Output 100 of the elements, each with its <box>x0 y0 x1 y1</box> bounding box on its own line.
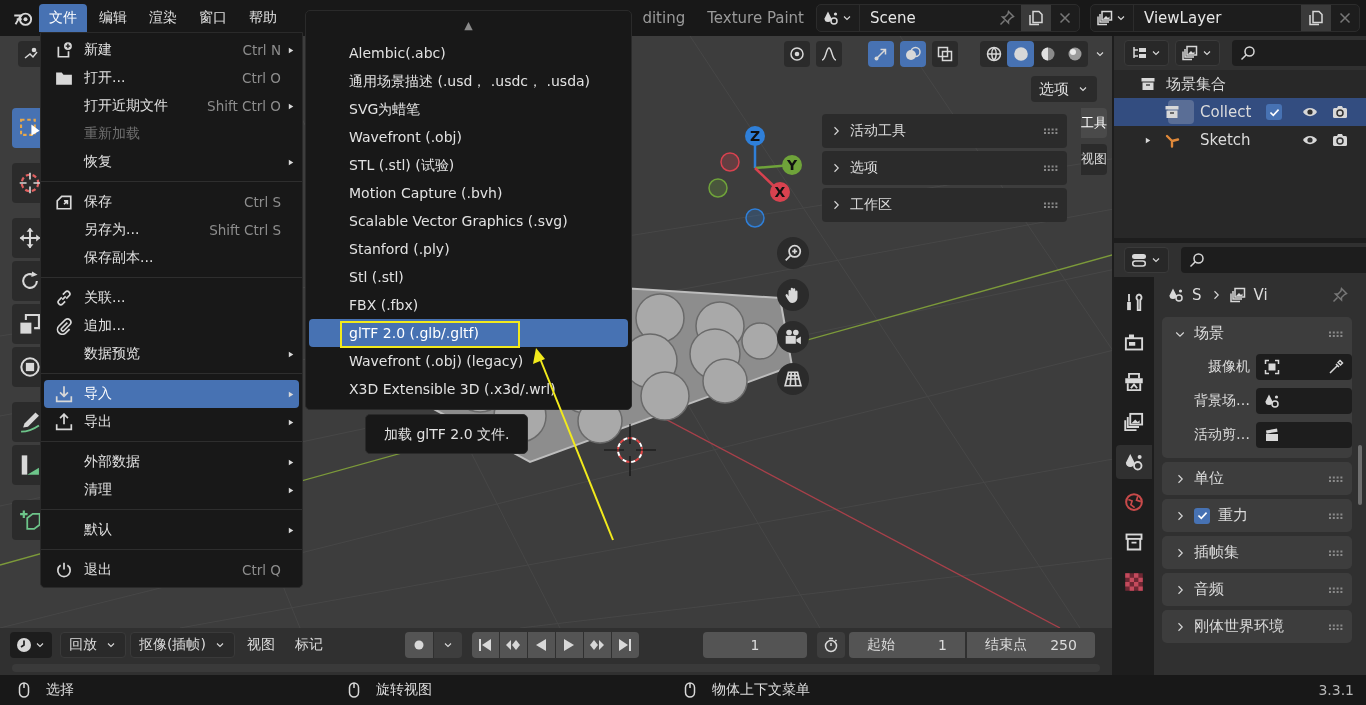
menu-item[interactable]: FBX (.fbx) <box>309 291 628 319</box>
menu-item[interactable]: 另存为... Shift Ctrl S <box>44 216 299 244</box>
menu-item[interactable]: 新建 Ctrl N <box>44 36 299 64</box>
timeline-menu[interactable]: 回放 <box>60 632 126 658</box>
view-layer-name-field[interactable]: ViewLayer <box>1134 9 1295 27</box>
menu-bar-item[interactable]: 文件 <box>39 4 87 32</box>
menu-item[interactable]: Scalable Vector Graphics (.svg) <box>309 207 628 235</box>
editor-type-button[interactable] <box>10 632 52 658</box>
eyedropper-icon[interactable] <box>1328 359 1344 375</box>
menu-item[interactable]: STL (.stl) (试验) <box>309 151 628 179</box>
camera-icon[interactable] <box>1332 104 1348 120</box>
playback-button[interactable] <box>583 632 611 658</box>
menu-bar-item[interactable]: 渲染 <box>139 4 187 32</box>
search-field[interactable] <box>1181 247 1366 273</box>
viewport-toggle[interactable] <box>932 41 958 67</box>
navigation-button[interactable] <box>777 321 809 353</box>
workspace-tab[interactable]: Texture Paint <box>699 5 812 31</box>
scrollbar[interactable] <box>1358 445 1362 505</box>
options-dropdown[interactable]: 选项 <box>1031 76 1097 102</box>
data-block-field[interactable] <box>1256 388 1352 414</box>
display-mode-button[interactable] <box>1124 40 1169 66</box>
filter-button[interactable] <box>1175 40 1220 66</box>
menu-item[interactable]: 追加... <box>44 312 299 340</box>
menu-bar-item[interactable]: 编辑 <box>89 4 137 32</box>
panel-header[interactable]: 单位 <box>1162 462 1352 495</box>
menu-item[interactable]: Stl (.stl) <box>309 263 628 291</box>
menu-item[interactable]: 保存 Ctrl S <box>44 188 299 216</box>
menu-item[interactable]: 默认 <box>44 516 299 544</box>
playback-button[interactable] <box>527 632 555 658</box>
menu-item[interactable]: 导入 <box>44 380 299 408</box>
menu-item[interactable]: Stanford (.ply) <box>309 235 628 263</box>
exclude-checkbox[interactable] <box>1266 104 1282 120</box>
end-frame-field[interactable]: 结束点 250 <box>966 632 1095 658</box>
menu-item[interactable]: 关联... <box>44 284 299 312</box>
close-icon[interactable] <box>1337 10 1353 26</box>
panel-header[interactable]: 重力 <box>1162 499 1352 532</box>
menu-item[interactable]: 清理 <box>44 476 299 504</box>
sidebar-tab[interactable]: 工具 <box>1081 108 1107 139</box>
playback-button[interactable] <box>499 632 527 658</box>
viewport-toggle[interactable] <box>784 41 810 67</box>
viewport-toggle[interactable] <box>868 41 894 67</box>
viewport-toggle[interactable] <box>816 41 842 67</box>
panel-header[interactable]: 刚体世界环境 <box>1162 610 1352 643</box>
menu-item[interactable]: glTF 2.0 (.glb/.gltf) <box>309 319 628 347</box>
3d-cursor-icon[interactable] <box>603 423 657 477</box>
menu-item[interactable]: 打开... Ctrl O <box>44 64 299 92</box>
properties-tab[interactable] <box>1116 445 1152 479</box>
outliner-row[interactable]: 场景集合 <box>1114 70 1366 98</box>
scene-name-field[interactable]: Scene <box>860 9 999 27</box>
panel-header[interactable]: 场景 <box>1162 317 1352 350</box>
menu-item[interactable]: Motion Capture (.bvh) <box>309 179 628 207</box>
timeline-menu[interactable]: 抠像(插帧) <box>130 632 235 658</box>
navigation-button[interactable] <box>777 279 809 311</box>
data-block-field[interactable] <box>1256 354 1352 380</box>
outliner-row[interactable]: Collect <box>1114 98 1366 126</box>
menu-item[interactable]: 导出 <box>44 408 299 436</box>
start-frame-field[interactable]: 起始 1 <box>848 632 965 658</box>
data-block-field[interactable] <box>1256 422 1352 448</box>
menu-item[interactable]: Wavefront (.obj) (legacy) <box>309 347 628 375</box>
viewport-toggle[interactable] <box>900 41 926 67</box>
panel-header[interactable]: 插帧集 <box>1162 536 1352 569</box>
menu-item[interactable]: SVG为蜡笔 <box>309 95 628 123</box>
navigation-button[interactable] <box>777 363 809 395</box>
search-field[interactable] <box>1232 40 1366 66</box>
camera-icon[interactable] <box>1332 132 1348 148</box>
playback-button[interactable] <box>611 632 639 658</box>
menu-bar-item[interactable]: 帮助 <box>239 4 287 32</box>
menu-item[interactable]: 退出 Ctrl Q <box>44 556 299 584</box>
record-button[interactable] <box>404 632 433 658</box>
navigation-button[interactable] <box>777 237 809 269</box>
pin-icon[interactable] <box>1332 287 1348 303</box>
menu-item[interactable]: Alembic(.abc) <box>309 39 628 67</box>
menu-item[interactable]: 打开近期文件 Shift Ctrl O <box>44 92 299 120</box>
timeline-menu[interactable]: 视图 <box>238 632 283 658</box>
sidebar-tab[interactable]: 视图 <box>1081 144 1107 175</box>
menu-item[interactable]: 外部数据 <box>44 448 299 476</box>
playback-button[interactable] <box>555 632 583 658</box>
sidebar-panel-header[interactable]: 选项 <box>822 151 1067 185</box>
axis-gizmo[interactable]: Z Y X <box>700 120 810 235</box>
scroll-up-indicator[interactable]: ▲ <box>460 13 477 39</box>
sidebar-panel-header[interactable]: 活动工具 <box>822 114 1067 148</box>
timeline-menu[interactable]: 标记 <box>286 632 331 658</box>
new-view-layer-button[interactable] <box>1301 5 1331 31</box>
menu-bar-item[interactable]: 窗口 <box>189 4 237 32</box>
current-frame-field[interactable]: 1 <box>702 632 807 658</box>
menu-item[interactable]: 数据预览 <box>44 340 299 368</box>
outliner-row[interactable]: Sketch <box>1114 126 1366 154</box>
menu-item[interactable]: 通用场景描述 (.usd， .usdc， .usda) <box>309 67 628 95</box>
new-scene-button[interactable] <box>1021 5 1051 31</box>
panel-checkbox[interactable] <box>1194 507 1210 524</box>
sidebar-panel-header[interactable]: 工作区 <box>822 188 1067 222</box>
panel-header[interactable]: 音频 <box>1162 573 1352 606</box>
editor-type-button[interactable] <box>1124 247 1169 273</box>
menu-item[interactable]: 恢复 <box>44 148 299 176</box>
menu-item[interactable]: 保存副本... <box>44 244 299 272</box>
preview-range-button[interactable] <box>816 632 845 658</box>
menu-item[interactable]: Wavefront (.obj) <box>309 123 628 151</box>
pin-icon[interactable] <box>999 10 1015 26</box>
playback-button[interactable] <box>471 632 499 658</box>
workspace-tab[interactable]: diting <box>634 5 694 31</box>
